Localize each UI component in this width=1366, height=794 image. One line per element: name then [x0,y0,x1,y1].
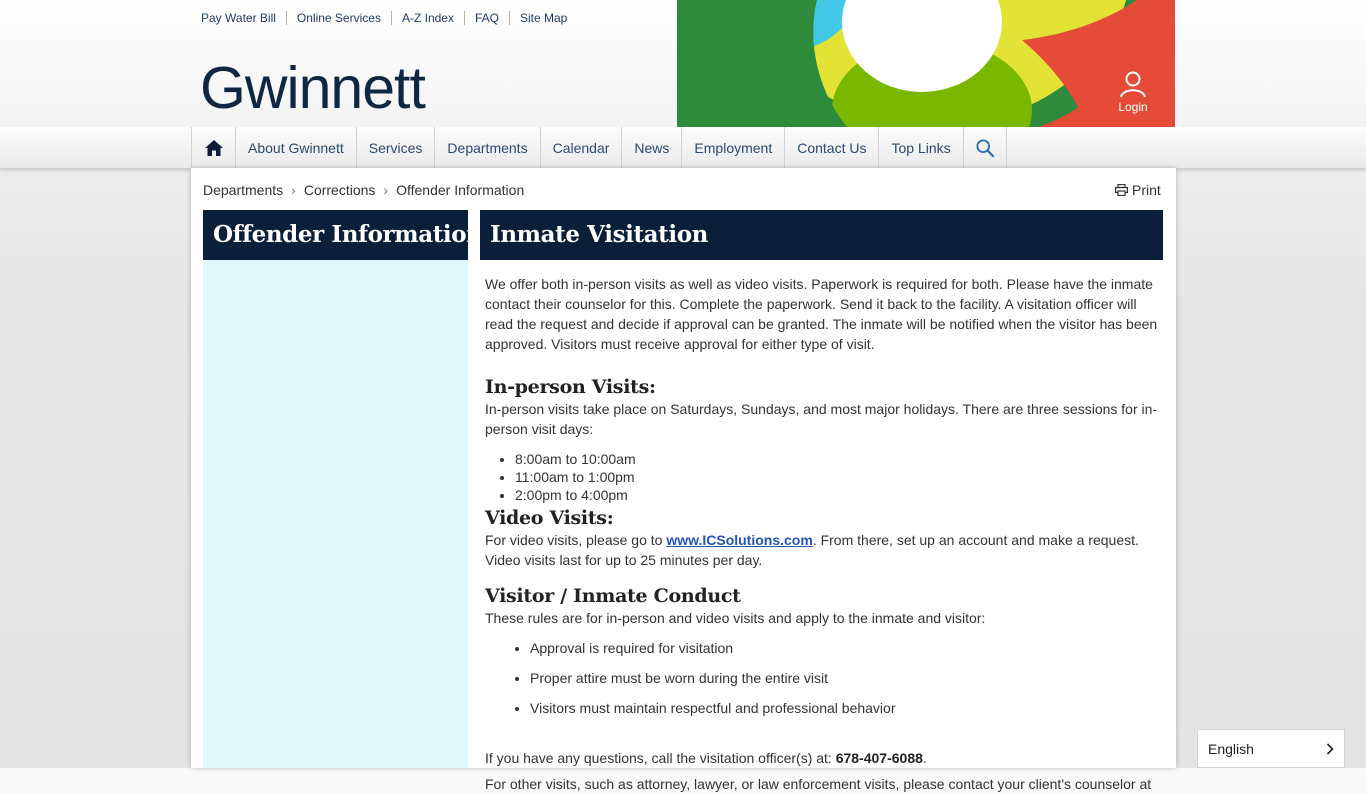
a-z-index-link[interactable]: A-Z Index [390,11,464,25]
print-icon [1115,184,1128,196]
online-services-link[interactable]: Online Services [285,11,391,25]
intro-paragraph: We offer both in-person visits as well a… [485,276,1158,352]
video-text-before: For video visits, please go to [485,532,667,548]
list-item: Approval is required for visitation [530,638,1163,658]
video-heading: Video Visits: [485,507,614,529]
breadcrumb-current: Offender Information [396,182,525,198]
questions-text: If you have any questions, call the visi… [485,750,836,766]
site-header: Pay Water Bill Online Services A-Z Index… [0,0,1366,127]
nav-contact-us[interactable]: Contact Us [785,127,880,168]
search-icon [976,138,994,157]
user-icon [1120,71,1146,98]
other-visits-paragraph: For other visits, such as attorney, lawy… [485,776,1152,792]
sidebar-header: Offender Information [203,210,483,260]
in-person-text: In-person visits take place on Saturdays… [485,401,1158,437]
list-item: Proper attire must be worn during the en… [530,668,1163,688]
breadcrumb-corrections[interactable]: Corrections [304,182,376,198]
language-label: English [1208,740,1254,757]
list-item: 11:00am to 1:00pm [515,468,1163,486]
language-selector[interactable]: English [1197,729,1345,768]
visitation-phone: 678-407-6088 [835,750,923,766]
conduct-text: These rules are for in-person and video … [485,610,986,626]
login-button[interactable]: Login [1105,70,1161,114]
questions-end: . [922,750,927,766]
site-map-link[interactable]: Site Map [509,11,577,25]
breadcrumb-departments[interactable]: Departments [203,182,283,198]
list-item: 8:00am to 10:00am [515,450,1163,468]
nav-home[interactable] [192,127,236,168]
sidebar-title: Offender Information [213,221,483,248]
nav-services[interactable]: Services [357,127,436,168]
home-icon [204,139,223,156]
login-label: Login [1118,100,1148,114]
faq-link[interactable]: FAQ [463,11,509,25]
nav-calendar[interactable]: Calendar [541,127,623,168]
nav-search[interactable] [964,127,1007,168]
main-content: We offer both in-person visits as well a… [485,274,1163,794]
header-banner-graphic [677,0,1175,127]
list-item: Visitors must maintain respectful and pr… [530,698,1163,718]
chevron-right-icon [1326,742,1334,755]
print-label: Print [1132,182,1161,198]
print-button[interactable]: Print [1115,182,1161,198]
sidebar-body [203,260,468,768]
questions-paragraph: If you have any questions, call the visi… [485,748,1163,768]
breadcrumb: Departments › Corrections › Offender Inf… [203,182,524,198]
utility-nav: Pay Water Bill Online Services A-Z Index… [201,11,577,25]
in-person-heading: In-person Visits: [485,376,656,398]
main-nav: About Gwinnett Services Departments Cale… [191,127,1007,168]
chevron-right-icon: › [383,182,389,198]
nav-about-gwinnett[interactable]: About Gwinnett [236,127,357,168]
list-item: 2:00pm to 4:00pm [515,486,1163,504]
conduct-heading: Visitor / Inmate Conduct [485,585,741,607]
icsolutions-link[interactable]: www.ICSolutions.com [666,532,813,548]
nav-top-links[interactable]: Top Links [879,127,964,168]
conduct-rules-list: Approval is required for visitation Prop… [485,638,1163,718]
chevron-right-icon: › [291,182,296,198]
nav-employment[interactable]: Employment [682,127,786,168]
nav-news[interactable]: News [622,127,683,168]
page-title-bar: Inmate Visitation [480,210,1163,260]
gwinnett-logo[interactable]: Gwinnett [200,54,426,122]
page-title: Inmate Visitation [490,221,709,248]
pay-water-bill-link[interactable]: Pay Water Bill [201,11,286,25]
session-list: 8:00am to 10:00am 11:00am to 1:00pm 2:00… [485,450,1163,504]
nav-departments[interactable]: Departments [435,127,541,168]
video-text: For video visits, please go to www.ICSol… [485,530,1163,570]
